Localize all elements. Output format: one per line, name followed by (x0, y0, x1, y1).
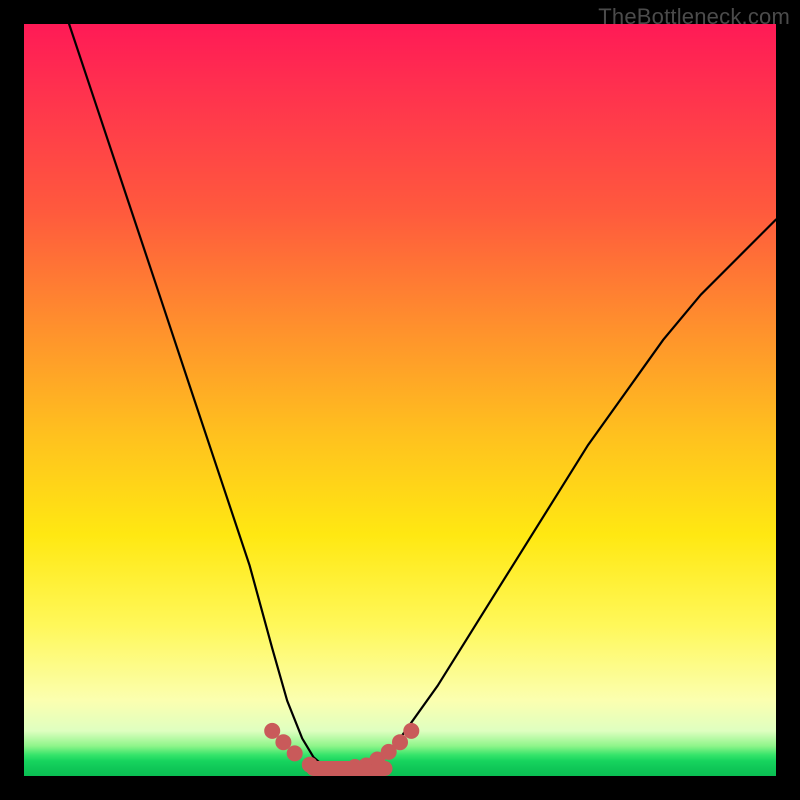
curve-svg (24, 24, 776, 776)
marker-dot (392, 734, 408, 750)
marker-dot (287, 745, 303, 761)
marker-dot (302, 757, 318, 773)
plot-area (24, 24, 776, 776)
marker-dot (403, 723, 419, 739)
bottleneck-curve-left (69, 24, 340, 770)
bottleneck-curve-right (340, 220, 776, 771)
chart-frame: TheBottleneck.com (0, 0, 800, 800)
